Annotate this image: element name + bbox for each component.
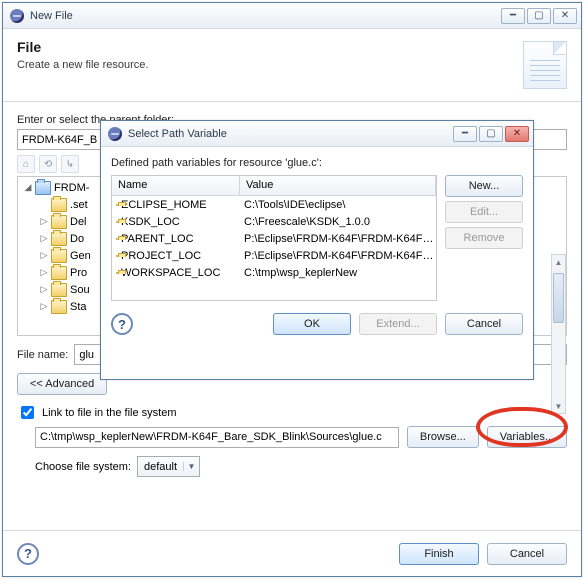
folder-icon	[51, 249, 67, 263]
link-path-input[interactable]	[35, 427, 399, 448]
table-row[interactable]: PARENT_LOC P:\Eclipse\FRDM-K64F\FRDM-K64F…	[112, 230, 436, 247]
var-name: ECLIPSE_HOME	[121, 199, 207, 211]
var-value: P:\Eclipse\FRDM-K64F\FRDM-K64F_...	[240, 250, 436, 262]
expander-icon[interactable]: ▷	[38, 284, 50, 295]
link-to-file-label: Link to file in the file system	[42, 407, 177, 419]
variables-button[interactable]: Variables...	[487, 426, 567, 448]
tree-item[interactable]: .set	[70, 199, 88, 211]
path-variables-table[interactable]: Name Value ECLIPSE_HOME C:\Tools\IDE\ecli…	[111, 175, 437, 301]
expander-icon[interactable]: ▷	[38, 301, 50, 312]
dialog-cancel-button[interactable]: Cancel	[445, 313, 523, 335]
minimize-button[interactable]: ━	[501, 8, 525, 24]
filename-label: File name:	[17, 349, 68, 361]
table-row[interactable]: ECLIPSE_HOME C:\Tools\IDE\eclipse\	[112, 196, 436, 213]
browse-button[interactable]: Browse...	[407, 426, 479, 448]
eclipse-icon	[9, 8, 25, 24]
help-icon[interactable]: ?	[17, 543, 39, 565]
folder-icon	[51, 198, 67, 212]
file-system-value: default	[138, 461, 183, 473]
file-system-dropdown[interactable]: default ▼	[137, 456, 200, 477]
link-to-file-checkbox[interactable]	[21, 406, 34, 419]
finish-button[interactable]: Finish	[399, 543, 479, 565]
window-title: New File	[30, 10, 501, 22]
scroll-up-icon[interactable]: ▲	[552, 255, 565, 269]
column-header-value[interactable]: Value	[240, 176, 436, 195]
var-value: C:\Freescale\KSDK_1.0.0	[240, 216, 436, 228]
remove-variable-button[interactable]: Remove	[445, 227, 523, 249]
help-icon[interactable]: ?	[111, 313, 133, 335]
project-folder-icon	[35, 181, 51, 195]
expander-icon[interactable]: ▷	[38, 233, 50, 244]
tree-scrollbar[interactable]: ▲ ▼	[551, 254, 566, 414]
page-title: File	[17, 39, 523, 55]
table-row[interactable]: KSDK_LOC C:\Freescale\KSDK_1.0.0	[112, 213, 436, 230]
into-icon[interactable]: ↳	[61, 155, 79, 173]
table-row[interactable]: WORKSPACE_LOC C:\tmp\wsp_keplerNew	[112, 264, 436, 281]
tree-item[interactable]: Do	[70, 233, 84, 245]
select-path-variable-dialog: Select Path Variable ━ ▢ ✕ Defined path …	[100, 120, 534, 380]
var-value: P:\Eclipse\FRDM-K64F\FRDM-K64F_...	[240, 233, 436, 245]
new-variable-button[interactable]: New...	[445, 175, 523, 197]
var-value: C:\tmp\wsp_keplerNew	[240, 267, 436, 279]
folder-icon	[116, 272, 118, 274]
tree-item[interactable]: Sta	[70, 301, 87, 313]
edit-variable-button[interactable]: Edit...	[445, 201, 523, 223]
dialog-titlebar[interactable]: Select Path Variable ━ ▢ ✕	[101, 121, 533, 147]
column-header-name[interactable]: Name	[112, 176, 240, 195]
var-name: KSDK_LOC	[121, 216, 180, 228]
dialog-close-button[interactable]: ✕	[505, 126, 529, 142]
advanced-toggle-button[interactable]: << Advanced	[17, 373, 107, 395]
eclipse-icon	[107, 126, 123, 142]
expander-icon[interactable]: ◢	[22, 182, 34, 193]
folder-icon	[51, 283, 67, 297]
dialog-minimize-button[interactable]: ━	[453, 126, 477, 142]
expander-icon[interactable]: ▷	[38, 250, 50, 261]
scroll-down-icon[interactable]: ▼	[552, 399, 565, 413]
folder-icon	[116, 221, 118, 223]
folder-icon	[116, 255, 118, 257]
maximize-button[interactable]: ▢	[527, 8, 551, 24]
file-icon	[523, 41, 567, 89]
var-value: C:\Tools\IDE\eclipse\	[240, 199, 436, 211]
titlebar[interactable]: New File ━ ▢ ✕	[3, 3, 581, 29]
expander-icon[interactable]: ▷	[38, 216, 50, 227]
var-name: PARENT_LOC	[121, 233, 194, 245]
folder-icon	[116, 204, 118, 206]
expander-icon[interactable]: ▷	[38, 267, 50, 278]
chevron-down-icon: ▼	[183, 462, 199, 471]
folder-icon	[51, 232, 67, 246]
back-icon[interactable]: ⟲	[39, 155, 57, 173]
folder-icon	[116, 238, 118, 240]
tree-item[interactable]: Sou	[70, 284, 90, 296]
cancel-button[interactable]: Cancel	[487, 543, 567, 565]
dialog-maximize-button[interactable]: ▢	[479, 126, 503, 142]
extend-button[interactable]: Extend...	[359, 313, 437, 335]
dialog-title: Select Path Variable	[128, 128, 453, 140]
home-icon[interactable]: ⌂	[17, 155, 35, 173]
scroll-thumb[interactable]	[553, 273, 564, 323]
table-row[interactable]: PROJECT_LOC P:\Eclipse\FRDM-K64F\FRDM-K64…	[112, 247, 436, 264]
folder-icon	[51, 215, 67, 229]
ok-button[interactable]: OK	[273, 313, 351, 335]
tree-item[interactable]: Del	[70, 216, 87, 228]
page-subtitle: Create a new file resource.	[17, 59, 523, 71]
dialog-header: File Create a new file resource.	[3, 29, 581, 102]
close-button[interactable]: ✕	[553, 8, 577, 24]
var-name: PROJECT_LOC	[121, 250, 201, 262]
var-name: WORKSPACE_LOC	[121, 267, 220, 279]
tree-item[interactable]: Gen	[70, 250, 91, 262]
folder-icon	[51, 266, 67, 280]
choose-fs-label: Choose file system:	[35, 461, 131, 473]
tree-root-label: FRDM-	[54, 182, 89, 194]
folder-icon	[51, 300, 67, 314]
dialog-description: Defined path variables for resource 'glu…	[111, 157, 523, 169]
tree-item[interactable]: Pro	[70, 267, 87, 279]
